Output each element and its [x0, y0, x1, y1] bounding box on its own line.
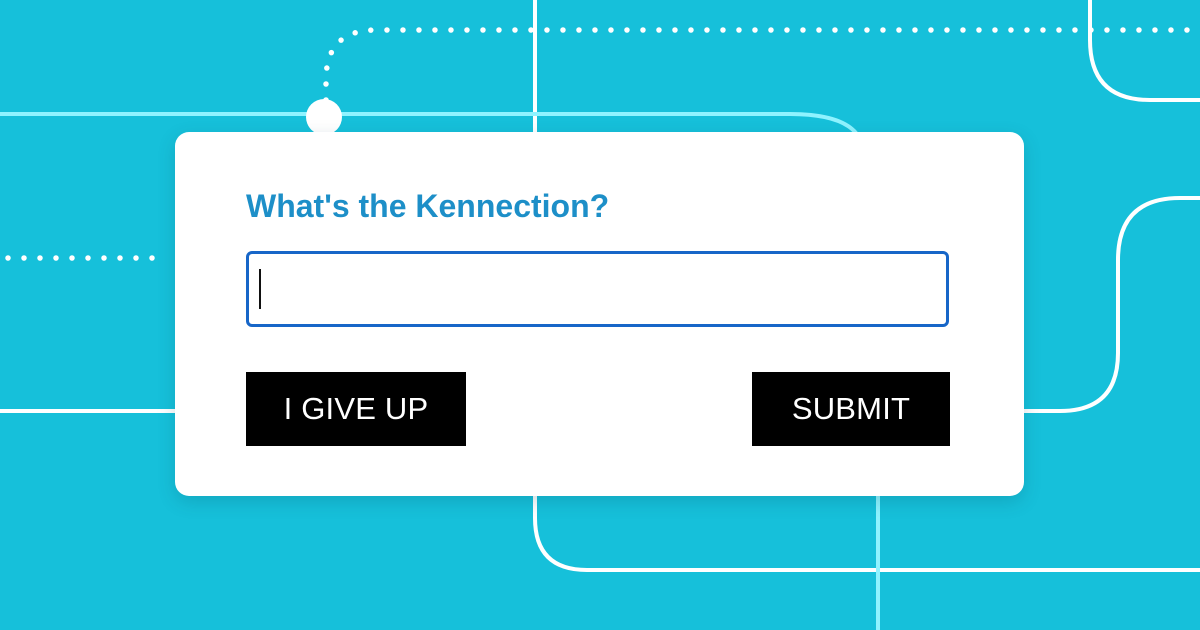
give-up-button[interactable]: I GIVE UP — [246, 372, 466, 446]
card-title: What's the Kennection? — [246, 188, 610, 224]
page-background: What's the Kennection? I GIVE UP SUBMIT — [0, 0, 1200, 630]
answer-input[interactable] — [246, 251, 949, 327]
text-cursor — [259, 269, 261, 309]
submit-button[interactable]: SUBMIT — [752, 372, 950, 446]
track-node — [306, 99, 342, 135]
kennection-card: What's the Kennection? I GIVE UP SUBMIT — [175, 132, 1024, 496]
